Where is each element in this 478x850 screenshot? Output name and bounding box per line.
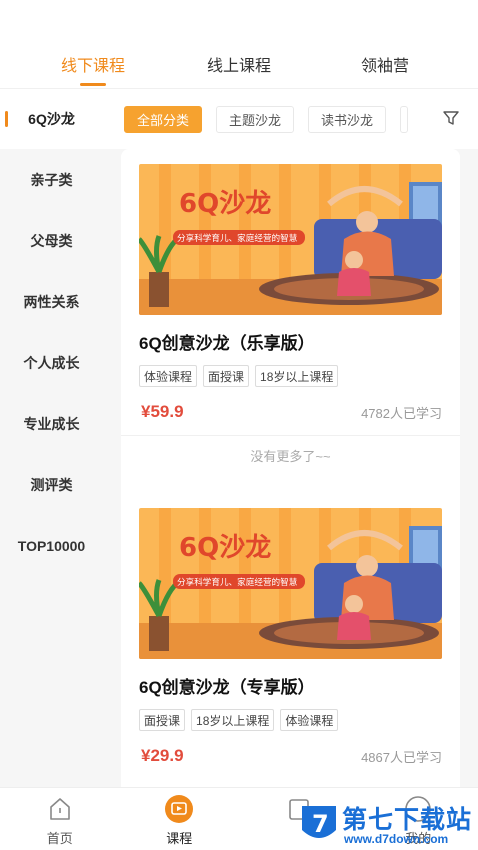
course-list-area: 全部分类 主题沙龙 读书沙龙 6Q沙龙 分享科学育儿、家庭经营的智慧 6Q创意沙… <box>103 89 478 787</box>
course-price: ¥29.9 <box>141 746 184 765</box>
sidebar-item-professional-growth[interactable]: 专业成长 <box>0 393 103 454</box>
course-tag: 面授课 <box>203 365 250 387</box>
filter-chip-bar: 全部分类 主题沙龙 读书沙龙 <box>103 89 478 149</box>
course-tag: 18岁以上课程 <box>255 365 339 387</box>
nav-courses[interactable]: 课程 <box>120 788 240 850</box>
chip-all-categories[interactable]: 全部分类 <box>124 105 203 133</box>
course-tag: 18岁以上课程 <box>191 709 275 731</box>
tab-offline-courses[interactable]: 线下课程 <box>33 38 153 88</box>
sidebar-item-assessment[interactable]: 测评类 <box>0 454 103 515</box>
sidebar-item-parents[interactable]: 父母类 <box>0 210 103 271</box>
funnel-icon[interactable] <box>442 109 460 127</box>
learner-count: 4867人已学习 <box>361 750 442 765</box>
course-card[interactable]: 6Q沙龙 分享科学育儿、家庭经营的智慧 6Q创意沙龙（乐享版） 体验课程 面授课… <box>121 149 460 537</box>
nav-courses-label: 课程 <box>166 831 193 846</box>
play-icon <box>165 795 194 823</box>
tab-online-courses[interactable]: 线上课程 <box>179 38 299 88</box>
chip-theme-salon[interactable]: 主题沙龙 <box>216 105 295 133</box>
nav-home-label: 首页 <box>46 831 73 846</box>
course-banner-image: 6Q沙龙 分享科学育儿、家庭经营的智慧 <box>139 164 442 315</box>
chip-more[interactable] <box>400 105 409 133</box>
chip-reading-salon[interactable]: 读书沙龙 <box>308 105 387 133</box>
course-tags: 体验课程 面授课 18岁以上课程 <box>139 365 344 387</box>
status-bar <box>0 0 478 22</box>
sidebar-item-top10000[interactable]: TOP10000 <box>0 515 103 576</box>
svg-text:分享科学育儿、家庭经营的智慧: 分享科学育儿、家庭经营的智慧 <box>177 232 298 244</box>
learner-count: 4782人已学习 <box>361 406 442 421</box>
watermark-url: www.d7down.com <box>344 832 449 846</box>
svg-text:6Q沙龙: 6Q沙龙 <box>179 189 271 219</box>
top-tab-bar: 线下课程 线上课程 领袖营 <box>0 38 478 88</box>
list-end-notice: 没有更多了~~ <box>121 435 460 475</box>
home-icon <box>49 798 70 820</box>
course-banner-image: 6Q沙龙 分享科学育儿、家庭经营的智慧 <box>139 508 442 659</box>
sidebar-item-personal-growth[interactable]: 个人成长 <box>0 332 103 393</box>
course-title: 6Q创意沙龙（专享版） <box>139 678 315 697</box>
course-tag: 面授课 <box>139 709 186 731</box>
course-card[interactable]: 6Q沙龙 分享科学育儿、家庭经营的智慧 6Q创意沙龙（专享版） 面授课 18岁以… <box>121 493 460 787</box>
svg-text:6Q沙龙: 6Q沙龙 <box>179 533 271 563</box>
sidebar-item-6q-salon[interactable]: 6Q沙龙 <box>0 89 103 149</box>
watermark-logo: 7 第七下载站 www.d7down.com <box>296 800 478 850</box>
course-title: 6Q创意沙龙（乐享版） <box>139 334 315 353</box>
course-tag: 体验课程 <box>280 709 339 731</box>
course-tags: 面授课 18岁以上课程 体验课程 <box>139 709 344 731</box>
sidebar-item-parent-child[interactable]: 亲子类 <box>0 149 103 210</box>
category-sidebar: 6Q沙龙 亲子类 父母类 两性关系 个人成长 专业成长 测评类 TOP10000 <box>0 89 103 787</box>
svg-text:7: 7 <box>312 810 329 838</box>
watermark-text: 第七下载站 <box>342 806 473 834</box>
nav-home[interactable]: 首页 <box>0 788 120 850</box>
course-price: ¥59.9 <box>141 402 184 421</box>
svg-text:分享科学育儿、家庭经营的智慧: 分享科学育儿、家庭经营的智慧 <box>177 576 298 588</box>
sidebar-item-relationships[interactable]: 两性关系 <box>0 271 103 332</box>
course-tag: 体验课程 <box>139 365 198 387</box>
tab-leader-camp[interactable]: 领袖营 <box>325 38 445 88</box>
watermark-shield-icon: 7 <box>302 806 336 838</box>
